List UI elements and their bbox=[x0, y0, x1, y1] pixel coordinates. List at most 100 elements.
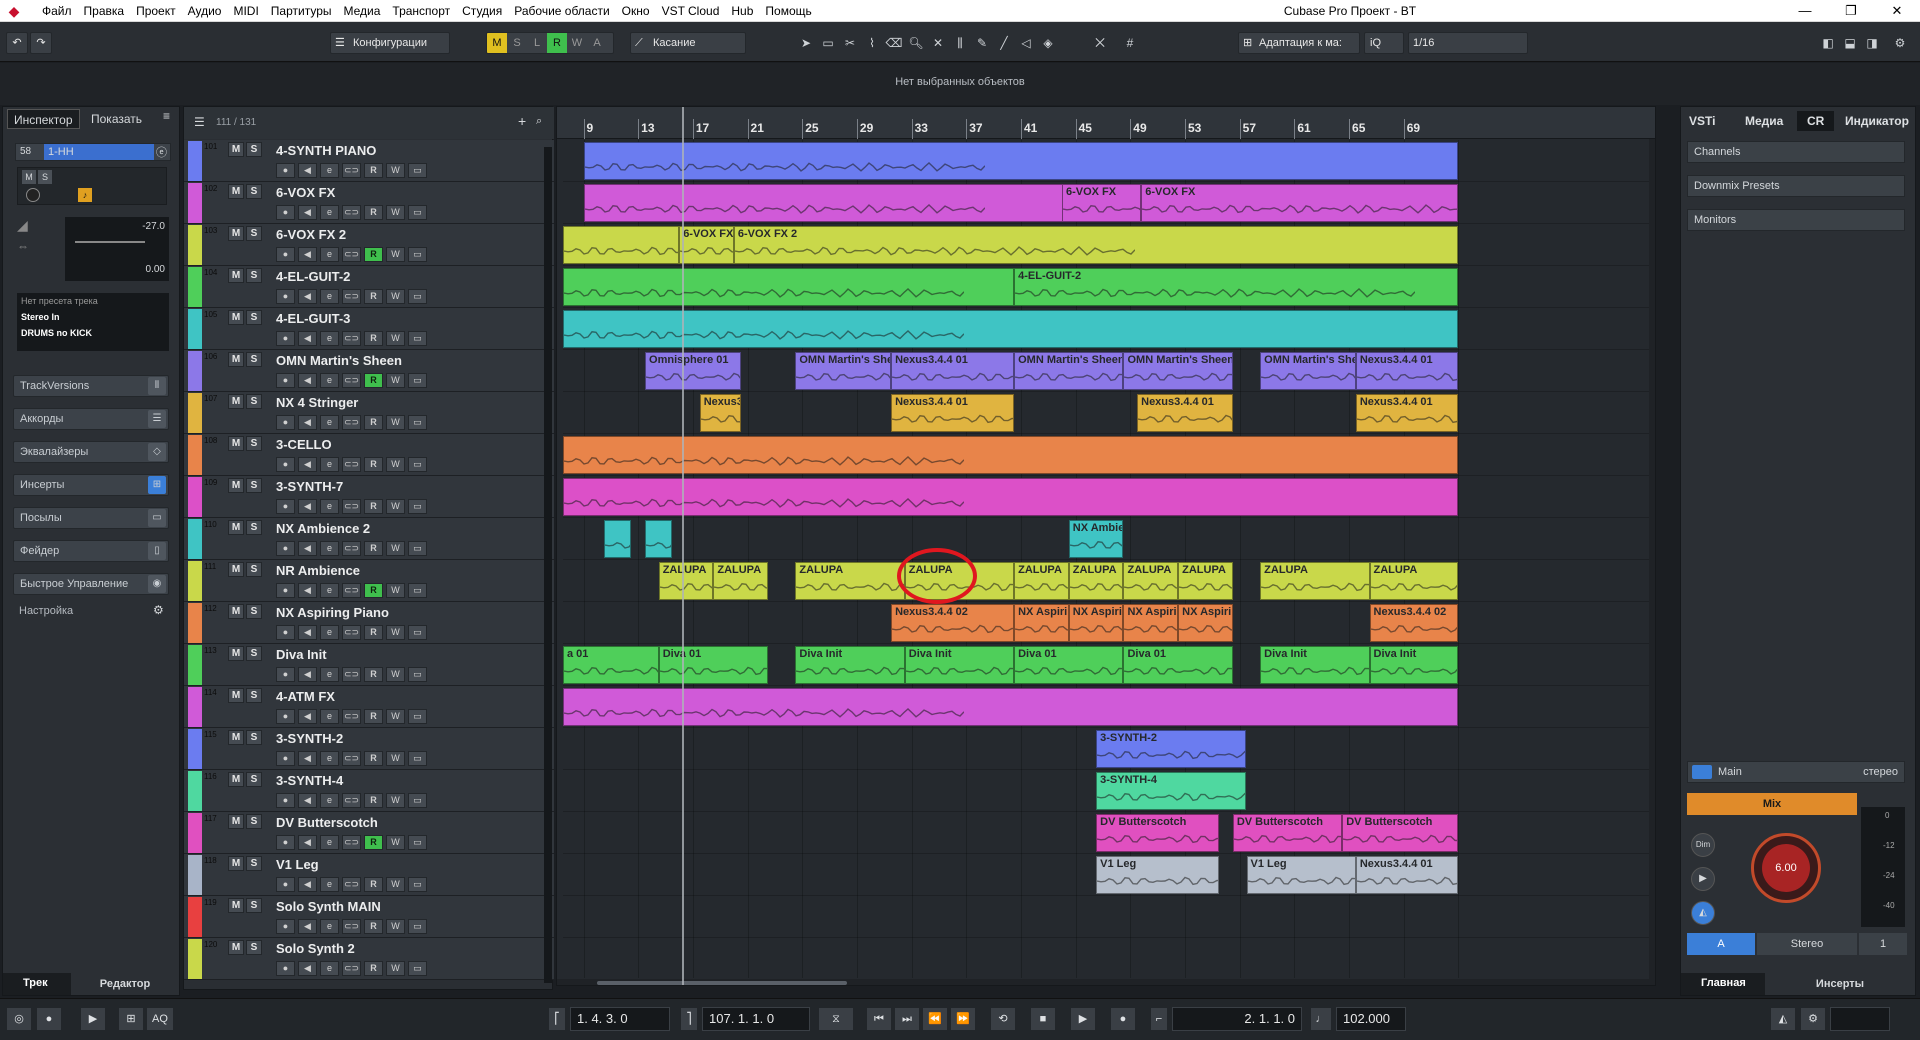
write-automation-button[interactable]: W bbox=[386, 625, 405, 640]
edit-instrument-icon[interactable]: e bbox=[320, 415, 339, 430]
undo-button[interactable]: ↶ bbox=[6, 32, 28, 54]
split-tool-icon[interactable]: ✂ bbox=[840, 32, 860, 54]
section-inserts[interactable]: Инсерты ⊞ bbox=[13, 474, 169, 496]
read-automation-button[interactable]: R bbox=[364, 247, 383, 262]
lanes-icon[interactable]: ⊂⊃ bbox=[342, 961, 361, 976]
event-part[interactable]: OMN Martin's Sheen bbox=[1260, 352, 1356, 390]
menu-item-transport[interactable]: Транспорт bbox=[386, 0, 456, 22]
event-part[interactable]: ZALUPA bbox=[795, 562, 905, 600]
track-name[interactable]: 3-CELLO bbox=[276, 437, 332, 452]
event-part[interactable]: V1 Leg bbox=[1246, 856, 1356, 894]
position-display[interactable]: 2. 1. 1. 0 bbox=[1172, 1007, 1302, 1031]
write-automation-button[interactable]: W bbox=[386, 835, 405, 850]
monitor-icon[interactable]: ◀ bbox=[298, 541, 317, 556]
glue-tool-icon[interactable]: ⌇ bbox=[862, 32, 882, 54]
monitor-icon[interactable]: ◀ bbox=[298, 499, 317, 514]
event-part[interactable]: ZALUPA bbox=[1123, 562, 1179, 600]
track-folder-icon[interactable]: ▭ bbox=[408, 583, 427, 598]
menu-item-edit[interactable]: Правка bbox=[78, 0, 131, 22]
edit-instrument-icon[interactable]: e bbox=[320, 751, 339, 766]
track-solo-button[interactable]: S bbox=[246, 772, 262, 787]
forward-icon[interactable]: ⏩ bbox=[950, 1007, 976, 1031]
snap-mode-dropdown[interactable]: ⊞ Адаптация к ма: bbox=[1238, 32, 1360, 54]
event-part[interactable]: DV Butterscotch bbox=[1096, 814, 1220, 852]
track-mute-button[interactable]: M bbox=[228, 940, 244, 955]
monitor-icon[interactable]: ◀ bbox=[298, 751, 317, 766]
monitor-icon[interactable]: ◀ bbox=[298, 709, 317, 724]
settings-label[interactable]: Настройка bbox=[19, 605, 73, 617]
track-solo-button[interactable]: S bbox=[246, 352, 262, 367]
track-name[interactable]: 4-EL-GUIT-3 bbox=[276, 311, 350, 326]
track-folder-icon[interactable]: ▭ bbox=[408, 499, 427, 514]
lanes-icon[interactable]: ⊂⊃ bbox=[342, 499, 361, 514]
track-mute-button[interactable]: M bbox=[228, 520, 244, 535]
lanes-icon[interactable]: ⊂⊃ bbox=[342, 835, 361, 850]
event-part[interactable]: Nexus3.4.4 01 bbox=[1355, 394, 1459, 432]
fader-area[interactable]: -27.0 0.00 bbox=[65, 217, 169, 281]
track-mute-button[interactable]: M bbox=[228, 436, 244, 451]
record-enable-icon[interactable]: ● bbox=[276, 835, 295, 850]
track-solo-button[interactable]: S bbox=[246, 604, 262, 619]
track-solo-button[interactable]: S bbox=[246, 184, 262, 199]
range-tool-icon[interactable]: ▭ bbox=[818, 32, 838, 54]
event-part[interactable]: Omnisphere 01 bbox=[645, 352, 741, 390]
track-row[interactable]: 111 M S NR Ambience ● ◀ e ⊂⊃ R W ▭ bbox=[184, 560, 554, 602]
track-name[interactable]: 4-ATM FX bbox=[276, 689, 335, 704]
edit-instrument-icon[interactable]: e bbox=[320, 667, 339, 682]
write-automation-button[interactable]: W bbox=[386, 709, 405, 724]
monitor-icon[interactable]: ◀ bbox=[298, 247, 317, 262]
event-part[interactable]: Nexus3.4.4 01 bbox=[1137, 394, 1233, 432]
lanes-icon[interactable]: ⊂⊃ bbox=[342, 751, 361, 766]
menu-item-audio[interactable]: Аудио bbox=[182, 0, 228, 22]
record-icon[interactable]: ● bbox=[1110, 1007, 1136, 1031]
lanes-icon[interactable]: ⊂⊃ bbox=[342, 205, 361, 220]
track-solo-button[interactable]: S bbox=[246, 226, 262, 241]
automation-mode-button[interactable]: A bbox=[587, 33, 607, 53]
event-part[interactable]: 6-VOX FX 2 bbox=[679, 226, 734, 264]
right-locator[interactable]: 107. 1. 1. 0 bbox=[702, 1007, 810, 1031]
edit-instrument-icon[interactable]: e bbox=[320, 331, 339, 346]
track-solo-button[interactable]: S bbox=[246, 940, 262, 955]
record-enable-icon[interactable]: ● bbox=[276, 877, 295, 892]
play-icon[interactable]: ▶ bbox=[1070, 1007, 1096, 1031]
track-color-bar[interactable] bbox=[188, 687, 202, 727]
track-color-bar[interactable] bbox=[188, 225, 202, 265]
track-mute-button[interactable]: M bbox=[228, 856, 244, 871]
add-track-icon[interactable]: + bbox=[518, 113, 526, 129]
write-automation-button[interactable]: W bbox=[386, 289, 405, 304]
quantize-dropdown[interactable]: 1/16 bbox=[1408, 32, 1528, 54]
track-folder-icon[interactable]: ▭ bbox=[408, 247, 427, 262]
timewarp-tool-icon[interactable]: ⫼ bbox=[950, 32, 970, 54]
tab-inserts-rz[interactable]: Инсерты bbox=[1765, 973, 1915, 995]
event-part[interactable]: 3-SYNTH-4 bbox=[1096, 772, 1247, 810]
read-automation-button[interactable]: R bbox=[364, 457, 383, 472]
monitor-icon[interactable]: ◀ bbox=[298, 457, 317, 472]
record-enable-icon[interactable]: ● bbox=[276, 583, 295, 598]
search-icon[interactable]: ⌕ bbox=[536, 115, 542, 128]
stop-icon[interactable]: ■ bbox=[1030, 1007, 1056, 1031]
record-enable-icon[interactable]: ● bbox=[276, 667, 295, 682]
lanes-icon[interactable]: ⊂⊃ bbox=[342, 793, 361, 808]
track-row[interactable]: 114 M S 4-ATM FX ● ◀ e ⊂⊃ R W ▭ bbox=[184, 686, 554, 728]
output-channel[interactable]: 1 bbox=[1859, 933, 1907, 955]
grid-icon[interactable]: # bbox=[1120, 32, 1140, 54]
record-enable-icon[interactable]: ● bbox=[276, 625, 295, 640]
snap-toggle-icon[interactable]: ⨉ bbox=[1090, 32, 1110, 54]
track-solo-button[interactable]: S bbox=[246, 142, 262, 157]
solo-mode-button[interactable]: S bbox=[507, 33, 527, 53]
read-automation-button[interactable]: R bbox=[364, 163, 383, 178]
track-mute-button[interactable]: M bbox=[228, 604, 244, 619]
track-solo-button[interactable]: S bbox=[246, 730, 262, 745]
layout-bottom-icon[interactable]: ⬓ bbox=[1840, 32, 1860, 54]
track-row[interactable]: 115 M S 3-SYNTH-2 ● ◀ e ⊂⊃ R W ▭ bbox=[184, 728, 554, 770]
edit-instrument-icon[interactable]: e bbox=[320, 961, 339, 976]
track-color-bar[interactable] bbox=[188, 183, 202, 223]
monitor-icon[interactable]: ◀ bbox=[298, 667, 317, 682]
monitor-icon[interactable]: ◀ bbox=[298, 877, 317, 892]
tab-vsti[interactable]: VSTi bbox=[1689, 111, 1715, 131]
track-name[interactable]: NR Ambience bbox=[276, 563, 360, 578]
left-locator-icon[interactable]: ⎡ bbox=[548, 1007, 566, 1031]
record-enable-icon[interactable]: ● bbox=[276, 163, 295, 178]
event-part[interactable]: OMN Martin's Sheen bbox=[795, 352, 892, 390]
monitor-icon[interactable]: ◀ bbox=[298, 919, 317, 934]
